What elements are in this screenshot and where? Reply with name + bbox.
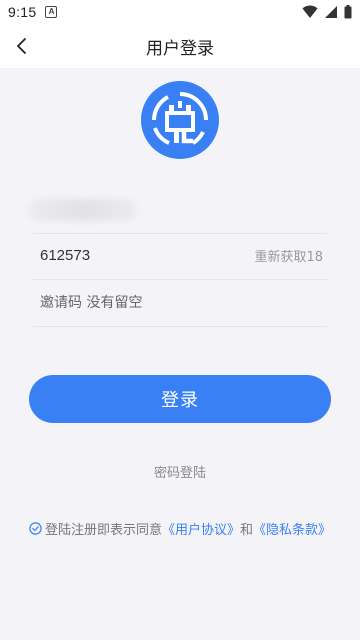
invite-code-input[interactable] — [33, 279, 327, 326]
agreement-and: 和 — [240, 523, 254, 538]
chevron-left-icon — [17, 38, 26, 54]
wifi-icon — [302, 5, 318, 18]
cellular-signal-icon — [325, 6, 337, 18]
resend-code-button[interactable]: 重新获取18 — [254, 246, 327, 265]
status-icons — [302, 5, 352, 19]
phone-number-masked — [29, 198, 137, 221]
page-title: 用户登录 — [146, 38, 214, 59]
back-button[interactable] — [8, 32, 36, 60]
password-login-link[interactable]: 密码登陆 — [0, 462, 360, 481]
verification-code-input[interactable] — [33, 232, 255, 279]
status-time: 9:15 — [8, 4, 37, 20]
logo-badge-icon — [141, 81, 219, 159]
status-bar: 9:15 A — [0, 0, 360, 24]
nav-bar: 用户登录 — [0, 24, 360, 68]
notification-icon: A — [45, 6, 58, 18]
check-circle-icon[interactable] — [29, 522, 42, 535]
invite-code-field — [33, 279, 327, 327]
phone-field[interactable] — [29, 186, 327, 234]
agreement-row: 登陆注册即表示同意 《用户协议》 和 《隐私条款》 — [0, 519, 360, 538]
login-button[interactable]: 登录 — [29, 375, 331, 423]
privacy-policy-link[interactable]: 《隐私条款》 — [253, 519, 331, 538]
agreement-prefix: 登陆注册即表示同意 — [44, 523, 162, 538]
user-agreement-link[interactable]: 《用户协议》 — [162, 519, 240, 538]
verification-code-field: 重新获取18 — [33, 232, 327, 280]
battery-icon — [344, 5, 352, 19]
